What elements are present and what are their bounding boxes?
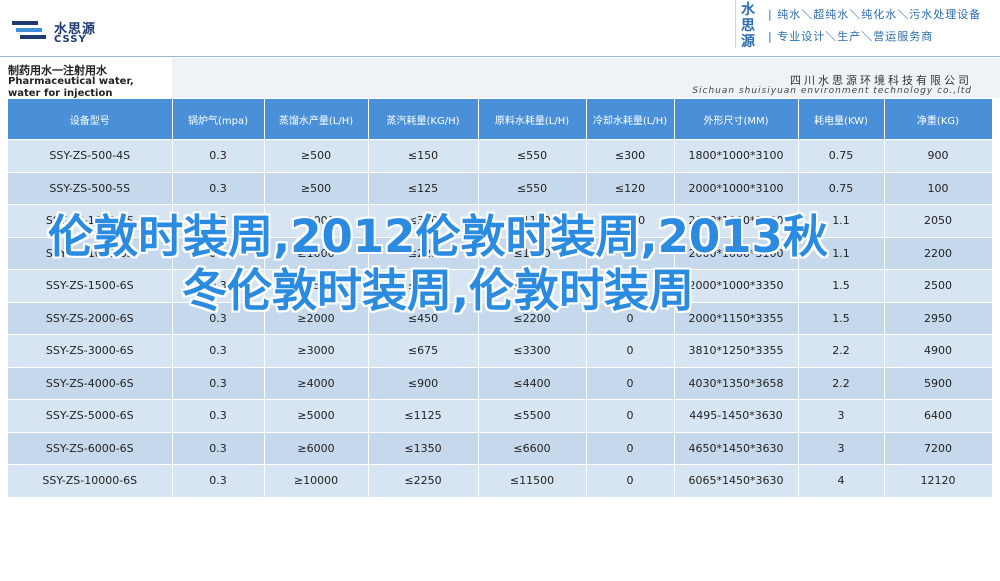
- watermark-overlay-text: 伦敦时装周,2012伦敦时装周,2013秋冬伦敦时装周,伦敦时装周: [48, 210, 828, 317]
- table-cell: SSY-ZS-500-4S: [8, 139, 173, 173]
- table-cell: 2000*1000*3100: [674, 172, 799, 205]
- table-cell: 100: [884, 172, 993, 205]
- table-cell: ≤125: [368, 172, 479, 205]
- table-cell: 4495-1450*3630: [674, 399, 799, 433]
- table-cell: ≥3000: [264, 334, 369, 368]
- table-cell: 0: [586, 399, 675, 433]
- table-cell: ≤11500: [478, 464, 587, 498]
- table-cell: 2950: [884, 302, 993, 335]
- table-cell: ≤120: [586, 172, 675, 205]
- table-cell: 0.75: [798, 139, 885, 173]
- table-cell: SSY-ZS-10000-6S: [8, 464, 173, 498]
- table-cell: ≤300: [586, 139, 675, 173]
- table-cell: 2500: [884, 269, 993, 303]
- table-cell: 2.2: [798, 367, 885, 400]
- table-cell: 0: [586, 334, 675, 368]
- page-header: 水思源 CSSY 水思源 | 纯水＼超纯水＼纯化水＼污水处理设备 | 专业设计＼…: [0, 0, 1000, 56]
- table-row: SSY-ZS-500-5S 0.3 ≥500 ≤125 ≤550 ≤120 2000*100…: [8, 172, 993, 205]
- table-cell: SSY-ZS-4000-6S: [8, 367, 173, 400]
- table-cell: ≤4400: [478, 367, 587, 400]
- table-cell: ≤1125: [368, 399, 479, 433]
- table-cell: ≤2250: [368, 464, 479, 498]
- table-cell: ≤550: [478, 172, 587, 205]
- table-cell: 0.3: [172, 432, 265, 465]
- table-cell: 4030*1350*3658: [674, 367, 799, 400]
- brand-tagline-services: | 专业设计＼生产＼营运服务商: [768, 30, 934, 43]
- table-cell: 0.3: [172, 399, 265, 433]
- table-cell: ≤3300: [478, 334, 587, 368]
- table-cell: 0.3: [172, 334, 265, 368]
- table-row: SSY-ZS-3000-6S 0.3 ≥3000 ≤675 ≤3300 0 3810*125…: [8, 334, 993, 368]
- column-header: 耗电量(KW): [798, 99, 885, 140]
- column-header: 净重(KG): [884, 99, 993, 140]
- table-cell: ≥10000: [264, 464, 369, 498]
- table-cell: 5900: [884, 367, 993, 400]
- column-header: 设备型号: [8, 99, 173, 140]
- table-cell: SSY-ZS-3000-6S: [8, 334, 173, 368]
- logo-text-en: CSSY: [54, 34, 87, 45]
- table-cell: ≤150: [368, 139, 479, 173]
- column-header: 冷却水耗量(L/H): [586, 99, 675, 140]
- table-cell: ≤6600: [478, 432, 587, 465]
- table-cell: 1800*1000*3100: [674, 139, 799, 173]
- table-cell: 0.3: [172, 464, 265, 498]
- product-title-box: 制药用水一注射用水 Pharmaceutical water, water fo…: [0, 58, 172, 99]
- table-cell: ≥5000: [264, 399, 369, 433]
- table-cell: 2.2: [798, 334, 885, 368]
- table-cell: ≥500: [264, 139, 369, 173]
- table-cell: 0.75: [798, 172, 885, 205]
- table-row: SSY-ZS-5000-6S 0.3 ≥5000 ≤1125 ≤5500 0 4495-14…: [8, 399, 993, 433]
- table-cell: ≤900: [368, 367, 479, 400]
- table-cell: SSY-ZS-5000-6S: [8, 399, 173, 433]
- table-cell: 4650*1450*3630: [674, 432, 799, 465]
- table-cell: ≤1350: [368, 432, 479, 465]
- table-cell: 0.3: [172, 367, 265, 400]
- table-cell: 7200: [884, 432, 993, 465]
- table-cell: 6400: [884, 399, 993, 433]
- table-cell: 0.3: [172, 139, 265, 173]
- table-cell: 3: [798, 432, 885, 465]
- table-cell: ≤550: [478, 139, 587, 173]
- water-drop-logo-icon: [12, 21, 46, 39]
- header-divider: [0, 56, 1000, 57]
- table-cell: 0.3: [172, 172, 265, 205]
- table-cell: 900: [884, 139, 993, 173]
- table-cell: 4900: [884, 334, 993, 368]
- table-cell: SSY-ZS-500-5S: [8, 172, 173, 205]
- table-row: SSY-ZS-10000-6S 0.3 ≥10000 ≤2250 ≤11500 0 6065…: [8, 464, 993, 498]
- table-cell: 6065*1450*3630: [674, 464, 799, 498]
- column-header: 外形尺寸(MM): [674, 99, 799, 140]
- table-cell: ≥500: [264, 172, 369, 205]
- column-header: 原料水耗量(L/H): [478, 99, 587, 140]
- table-cell: ≥4000: [264, 367, 369, 400]
- company-logo[interactable]: 水思源 CSSY: [12, 16, 122, 50]
- table-cell: ≤5500: [478, 399, 587, 433]
- table-cell: 4: [798, 464, 885, 498]
- company-name-en: Sichuan shuisiyuan environment technolog…: [692, 86, 972, 96]
- table-cell: 2050: [884, 204, 993, 238]
- column-header: 蒸馏水产量(L/H): [264, 99, 369, 140]
- table-row: SSY-ZS-4000-6S 0.3 ≥4000 ≤900 ≤4400 0 4030*135…: [8, 367, 993, 400]
- table-row: SSY-ZS-500-4S 0.3 ≥500 ≤150 ≤550 ≤300 1800*100…: [8, 139, 993, 173]
- column-header: 锅炉气(mpa): [172, 99, 265, 140]
- company-name-box: 四川水思源环境科技有限公司 Sichuan shuisiyuan environ…: [172, 58, 1000, 98]
- product-title-en: Pharmaceutical water, water for injectio…: [8, 76, 134, 99]
- table-cell: 12120: [884, 464, 993, 498]
- table-body: SSY-ZS-500-4S 0.3 ≥500 ≤150 ≤550 ≤300 1800*100…: [8, 139, 993, 498]
- table-row: SSY-ZS-6000-6S 0.3 ≥6000 ≤1350 ≤6600 0 4650*14…: [8, 432, 993, 465]
- table-cell: 0: [586, 367, 675, 400]
- table-cell: 3810*1250*3355: [674, 334, 799, 368]
- table-cell: ≤675: [368, 334, 479, 368]
- column-header: 蒸汽耗量(KG/H): [368, 99, 479, 140]
- table-cell: 2200: [884, 237, 993, 270]
- table-cell: SSY-ZS-6000-6S: [8, 432, 173, 465]
- brand-vertical-name: 水思源: [741, 2, 755, 50]
- table-cell: 0: [586, 432, 675, 465]
- table-cell: 3: [798, 399, 885, 433]
- table-header-row: 设备型号 锅炉气(mpa) 蒸馏水产量(L/H) 蒸汽耗量(KG/H) 原料水耗…: [8, 99, 993, 140]
- brand-tagline-products: | 纯水＼超纯水＼纯化水＼污水处理设备: [768, 8, 982, 21]
- table-cell: ≥6000: [264, 432, 369, 465]
- table-cell: 0: [586, 464, 675, 498]
